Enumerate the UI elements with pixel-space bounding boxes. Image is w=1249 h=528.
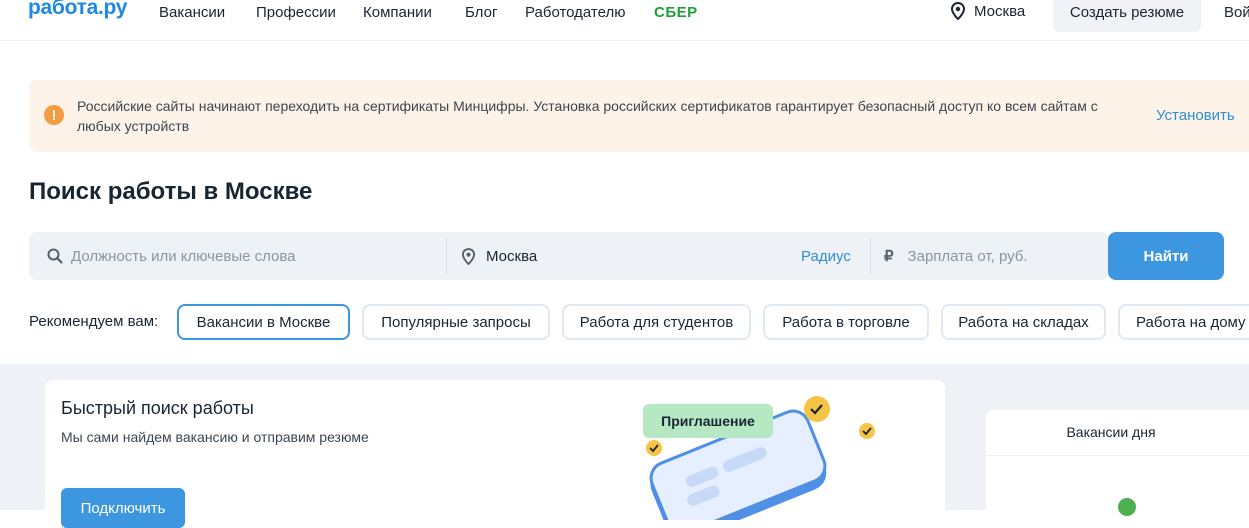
exclamation-icon: ! — [44, 105, 64, 125]
radius-button[interactable]: Радиус — [801, 248, 851, 265]
divider — [446, 238, 447, 274]
quick-search-title: Быстрый поиск работы — [61, 398, 254, 418]
city-field[interactable]: Москва — [461, 232, 781, 280]
search-submit-button[interactable]: Найти — [1108, 232, 1224, 280]
chip-warehouse-jobs[interactable]: Работа на складах — [941, 304, 1106, 340]
chip-popular-queries[interactable]: Популярные запросы — [362, 304, 550, 340]
install-link[interactable]: Установить — [1156, 107, 1235, 124]
location-pin-icon — [461, 247, 476, 265]
page-title: Поиск работы в Москве — [29, 178, 313, 205]
chip-retail-jobs[interactable]: Работа в торговле — [763, 304, 929, 340]
quick-search-card: Быстрый поиск работы Мы сами найдем вака… — [45, 380, 945, 528]
divider — [870, 238, 871, 274]
ruble-icon: ₽ — [884, 248, 894, 265]
location-pin-icon — [950, 2, 966, 20]
nav-employer[interactable]: Работодателю — [525, 4, 625, 21]
chip-remote-jobs[interactable]: Работа на дому — [1118, 304, 1249, 340]
keyword-placeholder: Должность или ключевые слова — [71, 247, 296, 265]
search-icon — [47, 248, 63, 264]
alert-text: Российские сайты начинают переходить на … — [77, 98, 1098, 134]
nav-professions[interactable]: Профессии — [256, 4, 336, 21]
recommendations-label: Рекомендуем вам: — [29, 313, 159, 330]
invitation-label: Приглашение — [661, 413, 755, 429]
company-logo — [1118, 498, 1136, 516]
site-header: работа.ру Вакансии Профессии Компании Бл… — [0, 0, 1249, 41]
divider — [986, 455, 1249, 456]
connect-button[interactable]: Подключить — [61, 488, 185, 528]
salary-field[interactable]: ₽ Зарплата от, руб. — [884, 232, 1084, 280]
city-value: Москва — [486, 247, 538, 265]
quick-search-subtitle: Мы сами найдем вакансию и отправим резюм… — [61, 429, 369, 445]
keyword-field[interactable]: Должность или ключевые слова — [47, 232, 447, 280]
login-link[interactable]: Вой — [1224, 4, 1249, 21]
create-resume-button[interactable]: Создать резюме — [1053, 0, 1201, 32]
chip-student-jobs[interactable]: Работа для студентов — [562, 304, 751, 340]
vacancies-of-day-title: Вакансии дня — [1066, 424, 1156, 440]
certificate-alert: ! Российские сайты начинают переходить н… — [29, 80, 1249, 152]
chip-vacancies-moscow[interactable]: Вакансии в Москве — [177, 304, 350, 340]
nav-vacancies[interactable]: Вакансии — [159, 4, 225, 21]
sber-link[interactable]: СБЕР — [654, 4, 698, 21]
invitation-badge: Приглашение — [643, 404, 773, 438]
salary-placeholder: Зарплата от, руб. — [907, 247, 1028, 265]
city-label: Москва — [974, 2, 1026, 20]
nav-companies[interactable]: Компании — [363, 4, 432, 21]
vacancies-of-day-card: Вакансии дня — [986, 410, 1249, 520]
city-selector[interactable]: Москва — [950, 2, 1025, 20]
site-logo[interactable]: работа.ру — [28, 0, 127, 20]
search-bar: Должность или ключевые слова Москва Ради… — [29, 232, 1109, 280]
nav-blog[interactable]: Блог — [465, 4, 497, 21]
